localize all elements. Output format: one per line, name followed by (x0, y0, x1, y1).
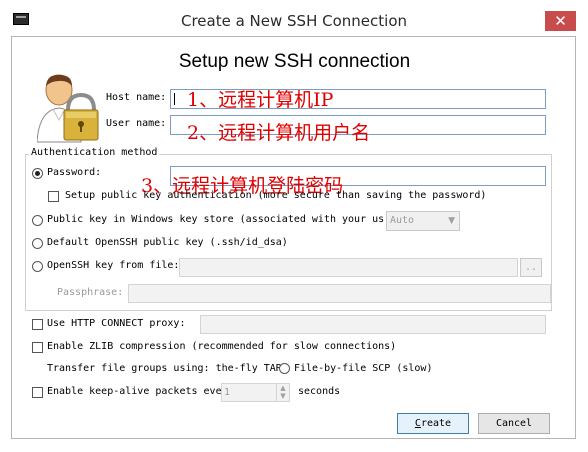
dialog-body: Setup new SSH connection Host name: 1、远程… (11, 36, 576, 439)
seconds-label: seconds (298, 386, 341, 397)
text-cursor (174, 93, 175, 105)
passphrase-label: Passphrase: (57, 287, 124, 298)
checkbox-keep-alive[interactable] (32, 387, 43, 398)
keep-alive-label: Enable keep-alive packets eve (47, 386, 222, 397)
cancel-button[interactable]: Cancel (478, 413, 550, 434)
title-bar[interactable]: Create a New SSH Connection ✕ (0, 0, 588, 36)
ssh-dialog-window: Create a New SSH Connection ✕ Setup new … (0, 0, 588, 452)
keep-alive-spinner[interactable]: 1 ▲ ▼ (221, 383, 290, 402)
user-name-label: User name: (106, 118, 167, 129)
zlib-compression-label: Enable ZLIB compression (recommended for… (47, 341, 397, 352)
openssh-key-file-label: OpenSSH key from file: (47, 260, 180, 271)
window-title: Create a New SSH Connection (180, 12, 408, 30)
passphrase-input[interactable] (128, 284, 551, 303)
annotation-host: 1、远程计算机IP (187, 89, 334, 111)
password-label: Password: (47, 167, 102, 178)
user-lock-icon (37, 74, 99, 143)
default-openssh-key-label: Default OpenSSH public key (.ssh/id_dsa) (47, 237, 288, 248)
radio-file-by-file-scp[interactable] (279, 363, 290, 374)
chevron-down-icon: ▼ (448, 216, 455, 226)
checkbox-zlib-compression[interactable] (32, 342, 43, 353)
page-title: Setup new SSH connection (178, 51, 411, 72)
http-connect-proxy-label: Use HTTP CONNECT proxy: (47, 318, 186, 329)
spin-down-icon[interactable]: ▼ (276, 392, 289, 401)
browse-key-file-button[interactable]: .. (520, 258, 542, 277)
radio-public-key-windows-store[interactable] (32, 215, 43, 226)
close-button[interactable]: ✕ (545, 11, 576, 31)
host-name-label: Host name: (106, 92, 167, 103)
transfer-file-groups-label: Transfer file groups using: the-fly TAR (47, 363, 282, 374)
radio-password[interactable] (32, 168, 43, 179)
checkbox-http-connect-proxy[interactable] (32, 319, 43, 330)
create-button[interactable]: Create (397, 413, 469, 434)
openssh-key-file-input[interactable] (179, 258, 518, 277)
keystore-select[interactable]: Auto ▼ (386, 211, 460, 231)
annotation-user: 2、远程计算机用户名 (187, 122, 371, 144)
checkbox-setup-public-key[interactable] (48, 191, 59, 202)
authentication-group-label: Authentication method (29, 147, 160, 158)
setup-public-key-label: Setup public key authentication (more se… (65, 190, 487, 201)
radio-default-openssh-key[interactable] (32, 238, 43, 249)
public-key-store-label: Public key in Windows key store (associa… (47, 214, 385, 225)
http-proxy-input[interactable] (200, 315, 546, 334)
file-by-file-scp-label: File-by-file SCP (slow) (294, 363, 433, 374)
create-button-label: reate (420, 418, 452, 429)
radio-openssh-key-file[interactable] (32, 261, 43, 272)
